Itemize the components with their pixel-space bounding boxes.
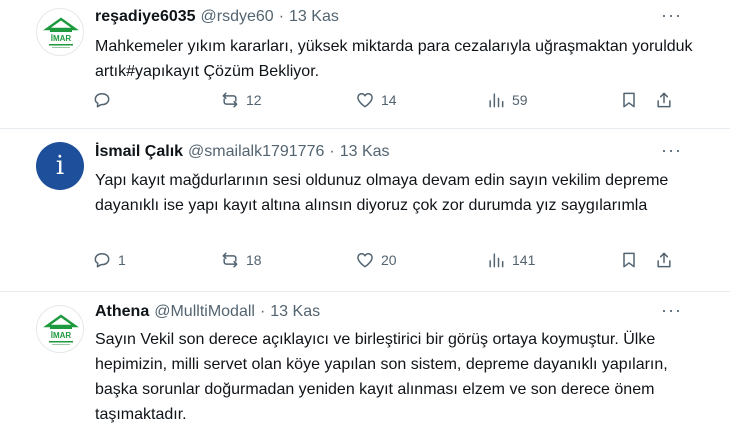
like-button[interactable]: 20 <box>355 250 397 270</box>
bookmark-button[interactable] <box>619 250 639 270</box>
retweet-button[interactable]: 12 <box>220 90 262 110</box>
avatar[interactable]: İMAR <box>36 8 84 56</box>
imar-logo-icon: İMAR <box>43 314 79 345</box>
share-button[interactable] <box>654 250 674 270</box>
tweet-actions: 12 14 59 <box>92 90 682 114</box>
more-options-icon[interactable]: ··· <box>661 5 682 26</box>
view-count: 141 <box>512 252 536 268</box>
retweet-count: 18 <box>246 252 262 268</box>
bookmark-icon <box>623 252 635 268</box>
separator-dot: · <box>278 8 285 25</box>
more-options-icon[interactable]: ··· <box>661 140 682 161</box>
views-icon <box>489 93 504 108</box>
retweet-icon <box>222 92 238 108</box>
views-icon <box>489 253 504 268</box>
author-handle[interactable]: @rsdye60 <box>201 8 274 26</box>
tweet-actions: 1 18 20 141 <box>92 250 682 274</box>
more-options-icon[interactable]: ··· <box>661 300 682 321</box>
views-button[interactable]: 59 <box>486 90 528 110</box>
avatar[interactable]: İMAR <box>36 305 84 353</box>
avatar-logo-text: İMAR <box>51 331 72 340</box>
author-name[interactable]: İsmail Çalık <box>95 143 183 161</box>
tweet[interactable]: İMAR Athena @MulltiModall · 13 Kas ··· S… <box>0 292 730 423</box>
author-handle[interactable]: @MulltiModall <box>154 303 255 321</box>
tweet-date[interactable]: 13 Kas <box>270 303 320 321</box>
author-handle[interactable]: @smailalk1791776 <box>188 143 324 161</box>
like-count: 14 <box>381 92 397 108</box>
tweet[interactable]: i İsmail Çalık @smailalk1791776 · 13 Kas… <box>0 129 730 291</box>
tweet-text: Yapı kayıt mağdurlarının sesi oldunuz ol… <box>95 172 669 214</box>
separator-dot: · <box>329 143 335 160</box>
reply-button[interactable]: 1 <box>92 250 126 270</box>
separator-dot: · <box>259 303 266 320</box>
share-button[interactable] <box>654 90 674 110</box>
bookmark-button[interactable] <box>619 90 639 110</box>
reply-button[interactable] <box>92 90 118 110</box>
tweet-text: Sayın Vekil son derece açıklayıcı ve bir… <box>95 331 668 423</box>
author-name[interactable]: Athena <box>95 303 149 321</box>
like-button[interactable]: 14 <box>355 90 397 110</box>
imar-logo-icon: İMAR <box>43 17 79 48</box>
share-icon <box>657 252 671 268</box>
tweet[interactable]: İMAR reşadiye6035 @rsdye60 · 13 Kas ··· … <box>0 0 730 128</box>
retweet-icon <box>222 252 238 268</box>
bookmark-icon <box>623 92 635 108</box>
tweet-text: Mahkemeler yıkım kararları, yüksek mikta… <box>95 38 693 80</box>
avatar-logo-text: İMAR <box>51 34 72 43</box>
retweet-button[interactable]: 18 <box>220 250 262 270</box>
tweet-date[interactable]: 13 Kas <box>289 8 339 26</box>
tweet-date[interactable]: 13 Kas <box>340 143 390 161</box>
heart-icon <box>357 253 373 268</box>
reply-icon <box>94 253 110 268</box>
avatar-initial: i <box>55 151 65 181</box>
view-count: 59 <box>512 92 528 108</box>
heart-icon <box>357 93 373 108</box>
retweet-count: 12 <box>246 92 262 108</box>
share-icon <box>657 92 671 108</box>
views-button[interactable]: 141 <box>486 250 535 270</box>
avatar[interactable]: i <box>36 142 84 190</box>
reply-count: 1 <box>118 252 126 268</box>
like-count: 20 <box>381 252 397 268</box>
reply-icon <box>94 93 110 108</box>
author-name[interactable]: reşadiye6035 <box>95 8 196 26</box>
